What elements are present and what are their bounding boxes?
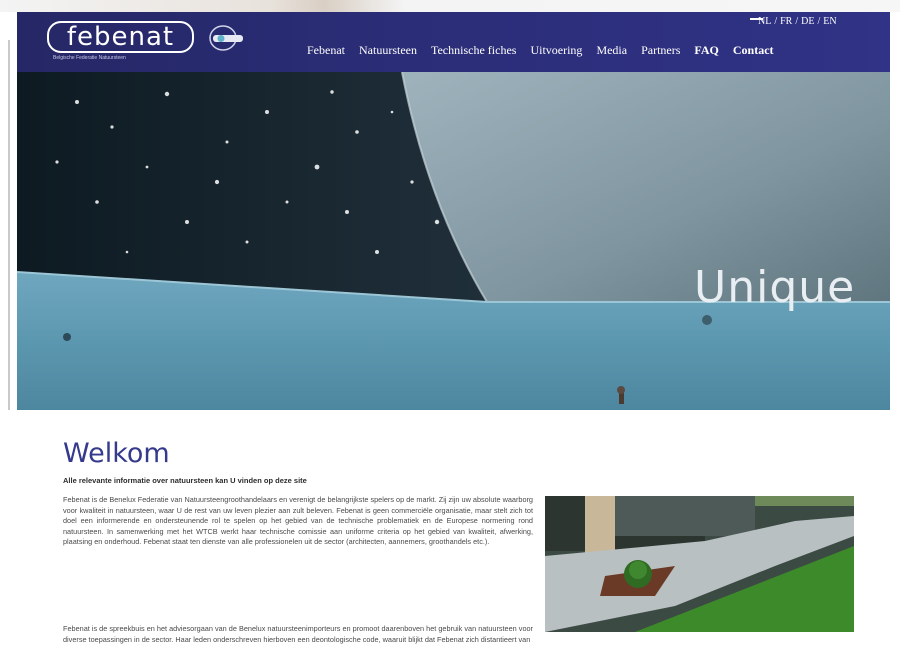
nav-item-technische-fiches[interactable]: Technische fiches: [431, 41, 516, 61]
lang-separator: /: [774, 16, 778, 27]
hero-banner: Unique: [17, 72, 890, 410]
lang-separator: /: [795, 16, 799, 27]
nav-item-faq[interactable]: FAQ: [694, 41, 718, 61]
nav-item-uitvoering[interactable]: Uitvoering: [530, 41, 582, 61]
logo-tagline: Belgische Federatie Natuursteen: [53, 55, 126, 61]
nav-item-partners[interactable]: Partners: [641, 41, 680, 61]
page-subtitle: Alle relevante informatie over natuurste…: [63, 476, 307, 485]
hero-tagline: Unique: [694, 262, 856, 313]
lang-fr[interactable]: FR: [780, 16, 792, 30]
lang-de[interactable]: DE: [801, 16, 814, 30]
second-paragraph: Febenat is de spreekbuis en het adviesor…: [63, 624, 533, 644]
site-header: febenat Belgische Federatie Natuursteen …: [17, 12, 890, 72]
page-title: Welkom: [63, 438, 170, 469]
nav-item-contact[interactable]: Contact: [733, 41, 774, 61]
active-language-underline: [750, 18, 763, 20]
febenat-logo[interactable]: febenat Belgische Federatie Natuursteen: [47, 21, 198, 61]
lang-en[interactable]: EN: [823, 16, 836, 30]
nav-item-febenat[interactable]: Febenat: [307, 41, 345, 61]
quality-seal-icon: [209, 25, 243, 51]
lang-separator: /: [817, 16, 821, 27]
hero-image: [17, 72, 890, 410]
nav-item-media[interactable]: Media: [596, 41, 627, 61]
left-divider: [8, 40, 10, 410]
garden-terrace-photo: [545, 496, 854, 632]
nav-item-natuursteen[interactable]: Natuursteen: [359, 41, 417, 61]
top-strip: [0, 0, 900, 12]
main-nav: Febenat Natuursteen Technische fiches Ui…: [307, 41, 788, 61]
language-switcher: NL / FR / DE / EN: [758, 16, 837, 30]
logo-wordmark: febenat: [47, 21, 194, 53]
intro-paragraph: Febenat is de Benelux Federatie van Natu…: [63, 495, 533, 547]
